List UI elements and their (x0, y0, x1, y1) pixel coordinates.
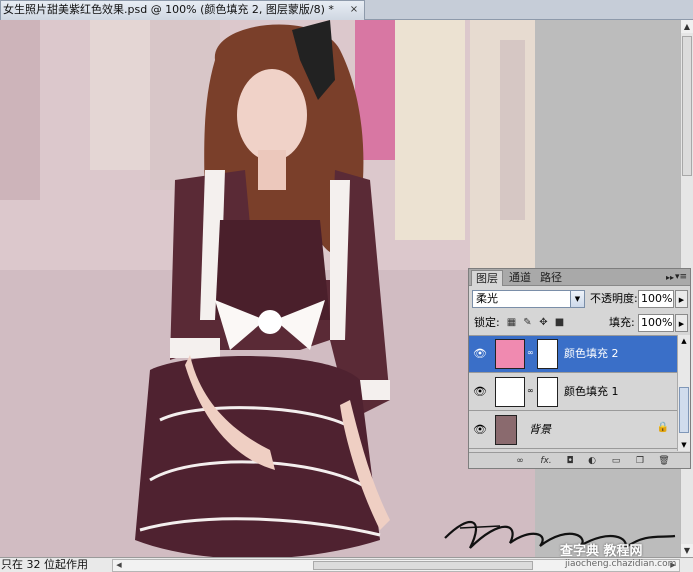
scroll-up-icon[interactable]: ▲ (681, 20, 693, 33)
lock-label: 锁定: (474, 316, 500, 329)
document-tab[interactable]: 女生照片甜美紫红色效果.psd @ 100% (颜色填充 2, 图层蒙版/8) … (0, 0, 365, 20)
opacity-input[interactable]: 100% (638, 290, 674, 308)
layer-scroll-thumb[interactable] (679, 387, 689, 433)
layer-list-scrollbar[interactable]: ▲ ▼ (677, 335, 690, 451)
watermark-url: jiaocheng.chazidian.com (565, 559, 677, 569)
blend-mode-select[interactable]: 柔光 ▼ (472, 290, 585, 308)
photoshop-window: 女生照片甜美紫红色效果.psd @ 100% (颜色填充 2, 图层蒙版/8) … (0, 0, 693, 572)
vertical-scroll-thumb[interactable] (682, 36, 692, 176)
trash-icon[interactable]: 🗑 (657, 455, 671, 467)
scroll-down-icon[interactable]: ▼ (678, 439, 690, 451)
lock-pixels-icon[interactable]: ✎ (522, 317, 533, 328)
link-icon[interactable]: ∞ (527, 386, 534, 395)
status-text: 只在 32 位起作用 (1, 558, 88, 571)
layer-name: 背景 (529, 423, 551, 436)
lock-transparency-icon[interactable]: ▦ (506, 317, 517, 328)
eye-icon[interactable]: 👁 (472, 385, 488, 399)
scroll-up-icon[interactable]: ▲ (678, 335, 690, 347)
close-icon[interactable]: × (348, 4, 360, 16)
lock-icon: 🔒 (656, 422, 669, 433)
horizontal-scroll-thumb[interactable] (313, 561, 533, 570)
lock-all-icon[interactable]: ■ (554, 317, 565, 328)
layer-mask-thumbnail[interactable] (537, 339, 558, 369)
layers-panel: 图层 通道 路径 ▸▸ ▾≡ 柔光 ▼ 不透明度: 100% ▶ 锁定: ▦ ✎… (468, 268, 691, 469)
scroll-down-icon[interactable]: ▼ (681, 544, 693, 557)
fill-input[interactable]: 100% (638, 314, 674, 332)
new-layer-icon[interactable]: ❐ (633, 455, 647, 467)
link-layers-icon[interactable]: ∞ (513, 455, 527, 467)
adjustment-layer-icon[interactable]: ◐ (585, 455, 599, 467)
eye-icon[interactable]: 👁 (472, 423, 488, 437)
layer-thumbnail (495, 415, 517, 445)
tab-strip (365, 0, 693, 20)
panel-bottom-toolbar: ∞ fx. ◘ ◐ ▭ ❐ 🗑 (469, 452, 690, 468)
tab-channels[interactable]: 通道 (505, 270, 535, 286)
add-mask-icon[interactable]: ◘ (563, 455, 577, 467)
tab-layers[interactable]: 图层 (471, 270, 503, 286)
link-icon[interactable]: ∞ (527, 348, 534, 357)
layer-row[interactable]: 👁 背景 🔒 (469, 412, 677, 449)
eye-icon[interactable]: 👁 (472, 347, 488, 361)
fx-icon[interactable]: fx. (539, 455, 553, 467)
layer-row[interactable]: 👁 ∞ 颜色填充 1 (469, 374, 677, 411)
blend-row: 柔光 ▼ 不透明度: 100% ▶ (472, 290, 689, 310)
fill-slider-icon[interactable]: ▶ (675, 314, 688, 332)
photo-canvas[interactable] (0, 20, 535, 557)
layer-thumbnail (495, 339, 525, 369)
layer-thumbnail (495, 377, 525, 407)
blend-mode-value: 柔光 (476, 292, 498, 305)
layer-row[interactable]: 👁 ∞ 颜色填充 2 (469, 336, 677, 373)
opacity-label: 不透明度: (590, 292, 638, 305)
chevron-down-icon[interactable]: ▼ (570, 291, 584, 307)
new-group-icon[interactable]: ▭ (609, 455, 623, 467)
layer-list: 👁 ∞ 颜色填充 2 👁 ∞ 颜色填充 1 👁 背景 🔒 (469, 335, 677, 451)
layer-name: 颜色填充 1 (564, 385, 619, 398)
panel-tab-bar: 图层 通道 路径 ▸▸ ▾≡ (469, 269, 690, 286)
document-tab-title: 女生照片甜美紫红色效果.psd @ 100% (颜色填充 2, 图层蒙版/8) … (3, 3, 334, 16)
collapse-panel-icon[interactable]: ▸▸ (666, 270, 674, 285)
lock-row: 锁定: ▦ ✎ ✥ ■ 填充: 100% ▶ (472, 314, 689, 332)
fill-label: 填充: (609, 316, 635, 329)
lock-position-icon[interactable]: ✥ (538, 317, 549, 328)
photo-illustration (0, 20, 535, 557)
panel-menu-icon[interactable]: ▾≡ (675, 270, 687, 285)
opacity-slider-icon[interactable]: ▶ (675, 290, 688, 308)
scroll-left-icon[interactable]: ◀ (113, 560, 125, 571)
layer-mask-thumbnail[interactable] (537, 377, 558, 407)
tab-paths[interactable]: 路径 (536, 270, 566, 286)
layer-name: 颜色填充 2 (564, 347, 619, 360)
